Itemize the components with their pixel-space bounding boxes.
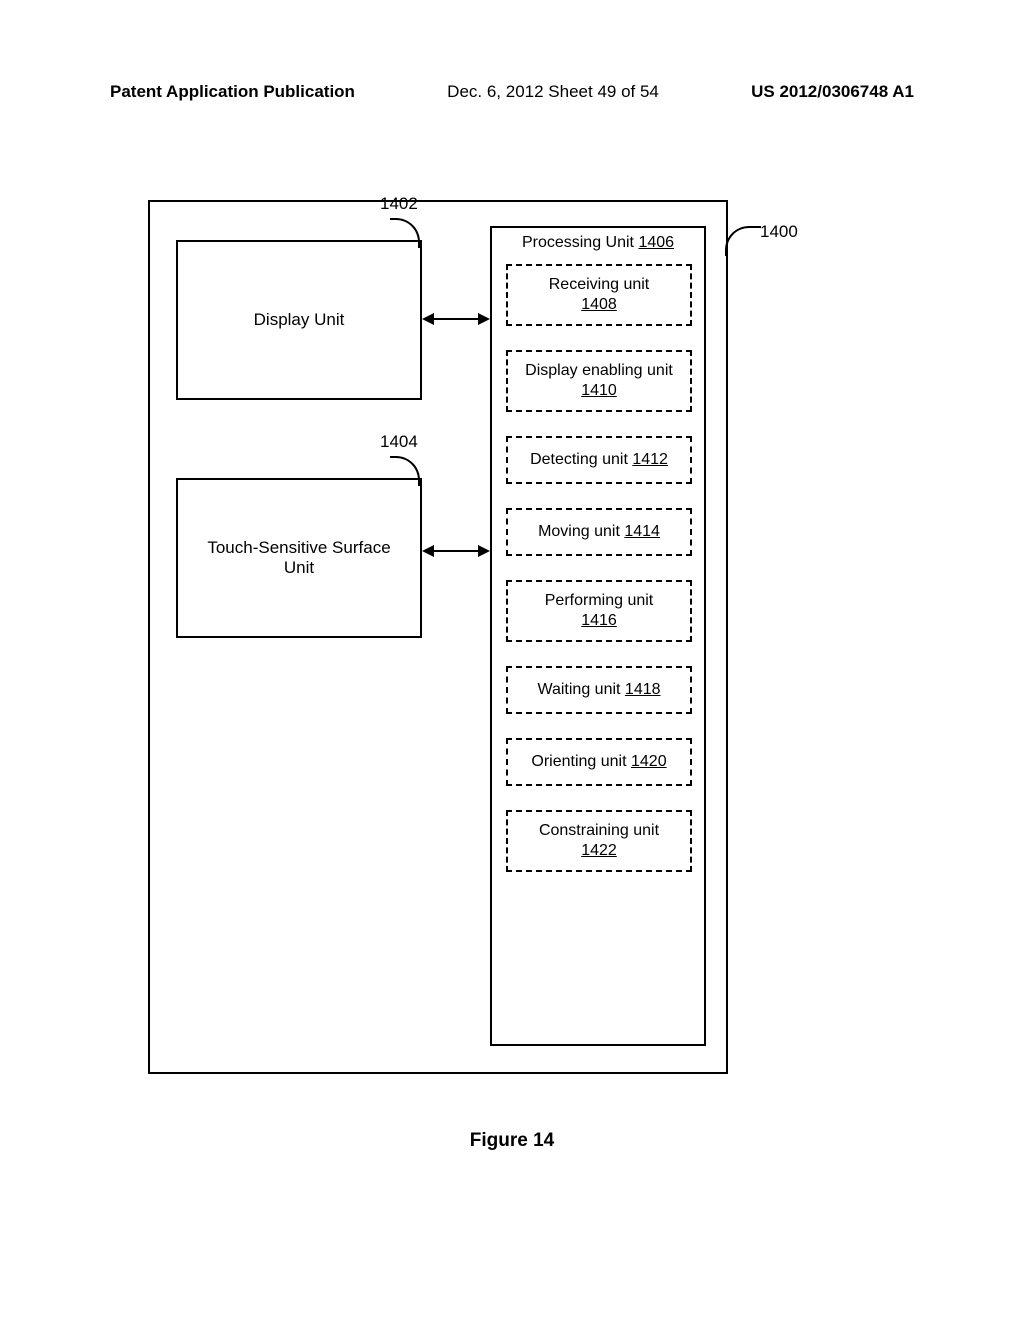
display-unit-box: Display Unit — [176, 240, 422, 400]
subunit-num: 1422 — [581, 842, 617, 859]
subunit-num: 1416 — [581, 612, 617, 629]
display-unit-label: Display Unit — [254, 310, 345, 330]
callout-1400: 1400 — [760, 222, 798, 242]
subunit-num: 1412 — [632, 451, 668, 468]
subunit-label: Detecting unit — [530, 451, 632, 468]
subunit-label: Performing unit — [545, 592, 654, 609]
touch-unit-box: Touch-Sensitive Surface Unit — [176, 478, 422, 638]
subunit-waiting: Waiting unit 1418 — [506, 666, 692, 714]
subunit-num: 1418 — [625, 681, 661, 698]
subunit-label: Receiving unit — [549, 276, 650, 293]
subunit-num: 1414 — [624, 523, 660, 540]
subunit-performing: Performing unit 1416 — [506, 580, 692, 642]
subunit-display-enabling: Display enabling unit 1410 — [506, 350, 692, 412]
header-center: Dec. 6, 2012 Sheet 49 of 54 — [447, 82, 659, 102]
subunit-receiving: Receiving unit 1408 — [506, 264, 692, 326]
processing-unit-num: 1406 — [638, 234, 674, 251]
arrowhead-left-icon — [422, 545, 434, 557]
connector-display-proc — [432, 318, 480, 320]
leader-1400 — [725, 226, 761, 256]
subunit-label: Orienting unit — [531, 753, 631, 770]
processing-unit-box: Processing Unit 1406 Receiving unit1408 … — [490, 226, 706, 1046]
processing-unit-title: Processing Unit 1406 — [492, 234, 704, 252]
subunit-label: Constraining unit — [539, 822, 659, 839]
figure-caption: Figure 14 — [0, 1130, 1024, 1152]
header-right: US 2012/0306748 A1 — [751, 82, 914, 102]
page-header: Patent Application Publication Dec. 6, 2… — [0, 82, 1024, 102]
callout-1404: 1404 — [380, 432, 418, 452]
callout-1402: 1402 — [380, 194, 418, 214]
page: Patent Application Publication Dec. 6, 2… — [0, 0, 1024, 1320]
subunit-moving: Moving unit 1414 — [506, 508, 692, 556]
touch-unit-label: Touch-Sensitive Surface Unit — [196, 538, 402, 578]
subunit-orienting: Orienting unit 1420 — [506, 738, 692, 786]
subunit-constraining: Constraining unit 1422 — [506, 810, 692, 872]
subunit-num: 1420 — [631, 753, 667, 770]
subunit-label: Display enabling unit — [525, 362, 673, 379]
subunit-label: Moving unit — [538, 523, 624, 540]
connector-touch-proc — [432, 550, 480, 552]
subunit-detecting: Detecting unit 1412 — [506, 436, 692, 484]
arrowhead-right-icon — [478, 313, 490, 325]
arrowhead-left-icon — [422, 313, 434, 325]
subunit-num: 1410 — [581, 382, 617, 399]
header-left: Patent Application Publication — [110, 82, 355, 102]
subunit-label: Waiting unit — [537, 681, 624, 698]
subunit-num: 1408 — [581, 296, 617, 313]
arrowhead-right-icon — [478, 545, 490, 557]
processing-unit-label: Processing Unit — [522, 234, 639, 251]
